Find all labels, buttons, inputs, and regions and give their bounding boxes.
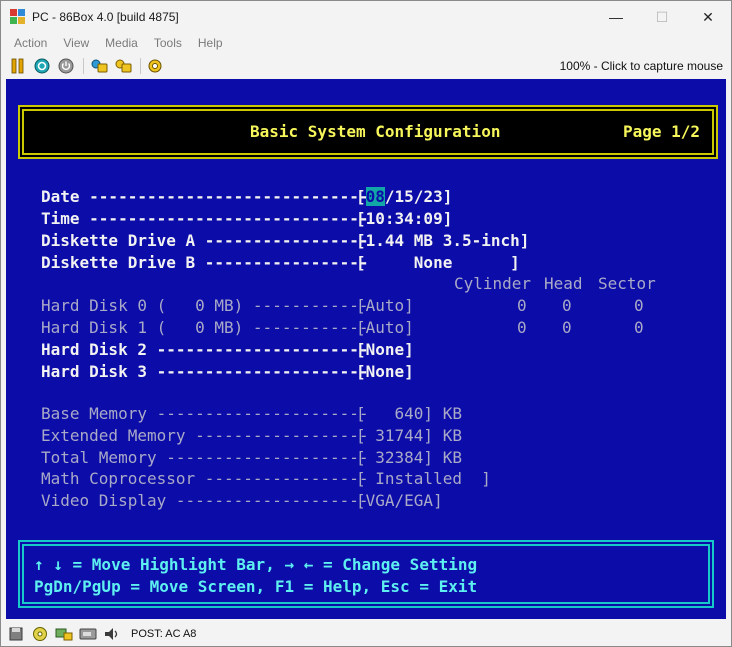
hard-disk-status[interactable]: [79, 626, 97, 642]
diskette-b-value[interactable]: [ None ]: [356, 253, 520, 272]
diskette-a-value[interactable]: [1.44 MB 3.5-inch]: [356, 231, 529, 250]
hard-reset-icon: [91, 59, 108, 73]
close-button[interactable]: ✕: [685, 1, 731, 33]
math-coprocessor-value: [ Installed ]: [356, 469, 491, 488]
ctrl-alt-del-button[interactable]: [114, 57, 132, 75]
network-status[interactable]: [55, 626, 73, 642]
hard-disk-2-label: Hard Disk 2 ----------------------: [41, 340, 379, 359]
ctrl-alt-del-icon: [115, 59, 132, 73]
hd1-head: 0: [562, 318, 572, 337]
hard-disk-1-value[interactable]: [Auto]: [356, 318, 414, 337]
diskette-b-label: Diskette Drive B -----------------: [41, 253, 379, 272]
hard-reset-button[interactable]: [90, 57, 108, 75]
menu-view[interactable]: View: [55, 36, 97, 50]
math-coprocessor-label: Math Coprocessor -----------------: [41, 469, 379, 488]
menu-bar: Action View Media Tools Help: [1, 33, 731, 53]
pause-icon: [11, 58, 24, 74]
settings-icon: [148, 59, 162, 73]
power-button[interactable]: [57, 57, 75, 75]
toolbar-separator: [83, 58, 84, 74]
power-icon: [58, 58, 74, 74]
time-label: Time -----------------------------: [41, 209, 379, 228]
emulator-window: PC - 86Box 4.0 [build 4875] — ☐ ✕ Action…: [0, 0, 732, 647]
video-display-label: Video Display --------------------: [41, 491, 379, 510]
total-memory-value: [ 32384] KB: [356, 448, 462, 467]
toolbar-separator: [140, 58, 141, 74]
minimize-button[interactable]: —: [593, 1, 639, 33]
base-memory-value: [ 640] KB: [356, 404, 462, 423]
diskette-a-label: Diskette Drive A -----------------: [41, 231, 379, 250]
menu-media[interactable]: Media: [97, 36, 146, 50]
reset-button[interactable]: [33, 57, 51, 75]
emulator-screen[interactable]: Basic System Configuration Page 1/2 Date…: [6, 79, 726, 619]
bios-header-box: Basic System Configuration Page 1/2: [18, 105, 718, 159]
menu-tools[interactable]: Tools: [146, 36, 190, 50]
bios-page-indicator: Page 1/2: [622, 122, 700, 141]
date-label: Date -----------------------------: [41, 187, 379, 206]
network-icon: [55, 628, 73, 640]
bios-title: Basic System Configuration: [250, 122, 501, 141]
extended-memory-value: [ 31744] KB: [356, 426, 462, 445]
time-value[interactable]: [10:34:09]: [356, 209, 452, 228]
hd0-cylinder: 0: [517, 296, 527, 315]
sound-icon: [105, 627, 118, 640]
cdrom-icon: [33, 626, 47, 641]
bios-help-box: ↑ ↓ = Move Highlight Bar, → ← = Change S…: [18, 540, 714, 608]
extended-memory-label: Extended Memory ------------------: [41, 426, 379, 445]
toolbar: 100% - Click to capture mouse: [1, 53, 731, 79]
reset-icon: [34, 58, 50, 74]
base-memory-label: Base Memory ----------------------: [41, 404, 379, 423]
video-display-value: [VGA/EGA]: [356, 491, 443, 510]
hard-disk-0-value[interactable]: [Auto]: [356, 296, 414, 315]
cylinder-column-header: Cylinder: [454, 274, 532, 293]
hard-disk-0-label: Hard Disk 0 ( 0 MB) ------------: [41, 296, 379, 315]
hd1-cylinder: 0: [517, 318, 527, 337]
86box-app-icon: [10, 9, 26, 25]
hard-disk-1-label: Hard Disk 1 ( 0 MB) ------------: [41, 318, 379, 337]
help-line-2: PgDn/PgUp = Move Screen, F1 = Help, Esc …: [34, 577, 478, 596]
hard-disk-icon: [79, 628, 97, 639]
hd0-head: 0: [562, 296, 572, 315]
status-bar: POST: AC A8: [1, 621, 731, 646]
maximize-button[interactable]: ☐: [639, 1, 685, 33]
post-code-status: POST: AC A8: [131, 627, 197, 640]
cdrom-drive-status[interactable]: [31, 626, 49, 642]
hard-disk-2-value[interactable]: [None]: [356, 340, 414, 359]
title-bar[interactable]: PC - 86Box 4.0 [build 4875] — ☐ ✕: [1, 1, 731, 33]
sound-status[interactable]: [103, 626, 121, 642]
hard-disk-3-label: Hard Disk 3 ----------------------: [41, 362, 379, 381]
floppy-icon: [9, 627, 23, 640]
date-cursor[interactable]: 08: [365, 187, 385, 206]
menu-help[interactable]: Help: [190, 36, 231, 50]
hard-disk-3-value[interactable]: [None]: [356, 362, 414, 381]
menu-action[interactable]: Action: [6, 36, 55, 50]
sector-column-header: Sector: [598, 274, 656, 293]
hd0-sector: 0: [634, 296, 644, 315]
settings-button[interactable]: [147, 57, 165, 75]
head-column-header: Head: [544, 274, 583, 293]
date-value[interactable]: [08/15/23]: [356, 187, 452, 206]
pause-button[interactable]: [9, 57, 27, 75]
date-value-rest: /15/23]: [384, 187, 453, 206]
mouse-capture-status: 100% - Click to capture mouse: [559, 59, 723, 73]
total-memory-label: Total Memory ---------------------: [41, 448, 379, 467]
help-line-1: ↑ ↓ = Move Highlight Bar, → ← = Change S…: [34, 555, 478, 574]
floppy-drive-status[interactable]: [7, 626, 25, 642]
window-title: PC - 86Box 4.0 [build 4875]: [32, 10, 179, 24]
hd1-sector: 0: [634, 318, 644, 337]
